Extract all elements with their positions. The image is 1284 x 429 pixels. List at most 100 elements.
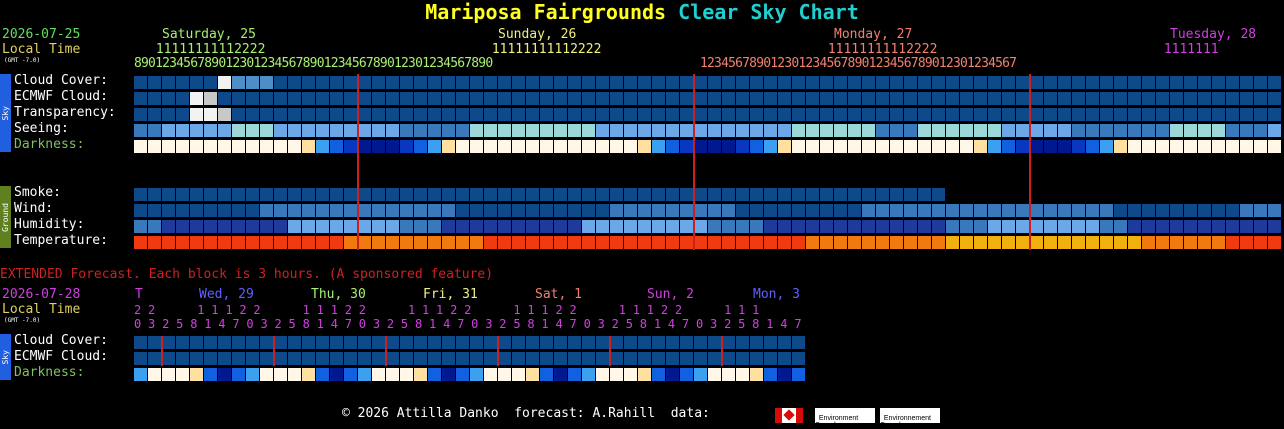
transparency-cell[interactable]: [890, 108, 903, 121]
temperature-cell[interactable]: [344, 236, 357, 249]
darkness-cell[interactable]: [302, 140, 315, 153]
ext-cloud-cover-cell[interactable]: [386, 336, 399, 349]
wind-cell[interactable]: [876, 204, 889, 217]
cloud-cover-cell[interactable]: [834, 76, 847, 89]
temperature-cell[interactable]: [1240, 236, 1253, 249]
humidity-cell[interactable]: [1226, 220, 1239, 233]
transparency-cell[interactable]: [274, 108, 287, 121]
darkness-cell[interactable]: [666, 140, 679, 153]
ext-darkness-cell[interactable]: [484, 368, 497, 381]
ecmwf-cloud-cell[interactable]: [666, 92, 679, 105]
cloud-cover-cell[interactable]: [358, 76, 371, 89]
humidity-cell[interactable]: [806, 220, 819, 233]
darkness-cell[interactable]: [1002, 140, 1015, 153]
humidity-cell[interactable]: [456, 220, 469, 233]
smoke-cell[interactable]: [288, 188, 301, 201]
cloud-cover-cell[interactable]: [610, 76, 623, 89]
temperature-cell[interactable]: [610, 236, 623, 249]
wind-cell[interactable]: [414, 204, 427, 217]
cloud-cover-cell[interactable]: [176, 76, 189, 89]
transparency-cell[interactable]: [1002, 108, 1015, 121]
smoke-cell[interactable]: [904, 188, 917, 201]
ext-cloud-cover-cell[interactable]: [148, 336, 161, 349]
ext-darkness-cell[interactable]: [778, 368, 791, 381]
darkness-cell[interactable]: [1016, 140, 1029, 153]
humidity-cell[interactable]: [288, 220, 301, 233]
seeing-cell[interactable]: [848, 124, 861, 137]
ecmwf-cloud-cell[interactable]: [764, 92, 777, 105]
ext-ecmwf-cloud-cell[interactable]: [330, 352, 343, 365]
cloud-cover-cell[interactable]: [862, 76, 875, 89]
transparency-cell[interactable]: [792, 108, 805, 121]
ext-ecmwf-cloud-cell[interactable]: [624, 352, 637, 365]
wind-cell[interactable]: [932, 204, 945, 217]
transparency-cell[interactable]: [190, 108, 203, 121]
ext-cloud-cover-cell[interactable]: [316, 336, 329, 349]
cloud-cover-cell[interactable]: [1030, 76, 1043, 89]
transparency-cell[interactable]: [638, 108, 651, 121]
seeing-cell[interactable]: [1156, 124, 1169, 137]
darkness-cell[interactable]: [820, 140, 833, 153]
transparency-cell[interactable]: [1058, 108, 1071, 121]
seeing-cell[interactable]: [736, 124, 749, 137]
transparency-cell[interactable]: [1240, 108, 1253, 121]
temperature-cell[interactable]: [162, 236, 175, 249]
seeing-cell[interactable]: [1030, 124, 1043, 137]
cloud-cover-cell[interactable]: [190, 76, 203, 89]
transparency-cell[interactable]: [596, 108, 609, 121]
ecmwf-cloud-cell[interactable]: [680, 92, 693, 105]
wind-cell[interactable]: [1058, 204, 1071, 217]
cloud-cover-cell[interactable]: [1072, 76, 1085, 89]
ext-ecmwf-cloud-cell[interactable]: [372, 352, 385, 365]
ecmwf-cloud-cell[interactable]: [1128, 92, 1141, 105]
ext-cloud-cover-cell[interactable]: [638, 336, 651, 349]
darkness-cell[interactable]: [680, 140, 693, 153]
seeing-cell[interactable]: [358, 124, 371, 137]
ecmwf-cloud-cell[interactable]: [190, 92, 203, 105]
wind-cell[interactable]: [946, 204, 959, 217]
transparency-cell[interactable]: [624, 108, 637, 121]
smoke-cell[interactable]: [274, 188, 287, 201]
ecmwf-cloud-cell[interactable]: [988, 92, 1001, 105]
ext-ecmwf-cloud-cell[interactable]: [134, 352, 147, 365]
cloud-cover-cell[interactable]: [736, 76, 749, 89]
transparency-cell[interactable]: [862, 108, 875, 121]
smoke-cell[interactable]: [330, 188, 343, 201]
ecmwf-cloud-cell[interactable]: [1170, 92, 1183, 105]
ext-cloud-cover-cell[interactable]: [274, 336, 287, 349]
humidity-cell[interactable]: [1268, 220, 1281, 233]
ext-ecmwf-cloud-cell[interactable]: [176, 352, 189, 365]
humidity-cell[interactable]: [386, 220, 399, 233]
ecmwf-cloud-cell[interactable]: [316, 92, 329, 105]
seeing-cell[interactable]: [750, 124, 763, 137]
wind-cell[interactable]: [162, 204, 175, 217]
ecmwf-cloud-cell[interactable]: [1226, 92, 1239, 105]
ext-cloud-cover-cell[interactable]: [498, 336, 511, 349]
temperature-cell[interactable]: [190, 236, 203, 249]
darkness-cell[interactable]: [1030, 140, 1043, 153]
temperature-cell[interactable]: [708, 236, 721, 249]
smoke-cell[interactable]: [386, 188, 399, 201]
darkness-cell[interactable]: [722, 140, 735, 153]
transparency-cell[interactable]: [288, 108, 301, 121]
wind-cell[interactable]: [666, 204, 679, 217]
ext-darkness-cell[interactable]: [428, 368, 441, 381]
transparency-cell[interactable]: [932, 108, 945, 121]
ecmwf-cloud-cell[interactable]: [218, 92, 231, 105]
temperature-cell[interactable]: [1142, 236, 1155, 249]
temperature-cell[interactable]: [302, 236, 315, 249]
transparency-cell[interactable]: [484, 108, 497, 121]
ext-ecmwf-cloud-cell[interactable]: [736, 352, 749, 365]
wind-cell[interactable]: [1198, 204, 1211, 217]
temperature-cell[interactable]: [316, 236, 329, 249]
seeing-cell[interactable]: [1086, 124, 1099, 137]
wind-cell[interactable]: [302, 204, 315, 217]
wind-cell[interactable]: [1156, 204, 1169, 217]
ext-ecmwf-cloud-cell[interactable]: [778, 352, 791, 365]
temperature-cell[interactable]: [652, 236, 665, 249]
ecmwf-cloud-cell[interactable]: [470, 92, 483, 105]
ext-cloud-cover-cell[interactable]: [456, 336, 469, 349]
ext-ecmwf-cloud-cell[interactable]: [190, 352, 203, 365]
ecmwf-cloud-cell[interactable]: [1142, 92, 1155, 105]
seeing-cell[interactable]: [400, 124, 413, 137]
